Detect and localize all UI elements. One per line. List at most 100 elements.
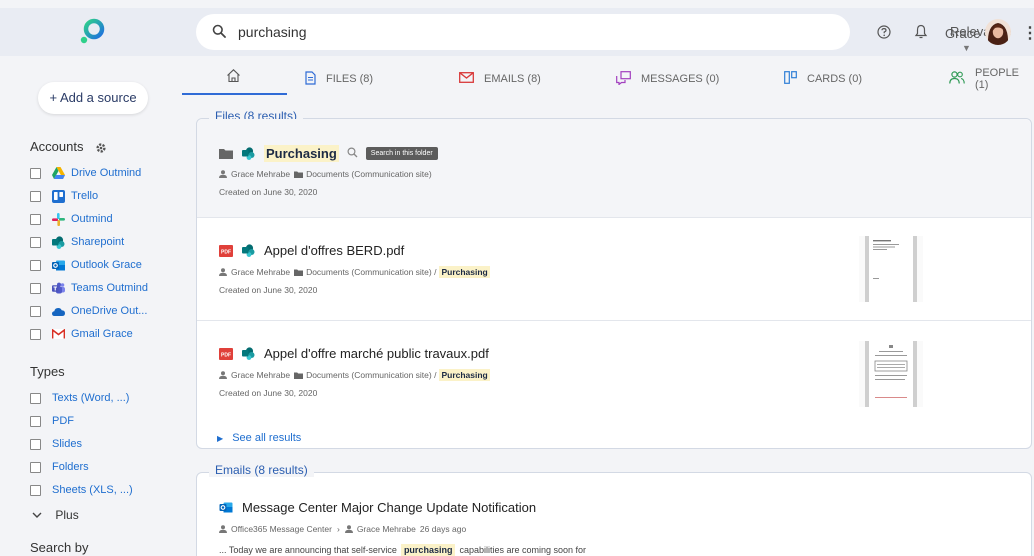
tab-label: PEOPLE (1)	[975, 67, 1020, 91]
search-by-title: Search by	[30, 540, 89, 555]
search-in-folder-icon[interactable]	[347, 146, 358, 161]
help-icon[interactable]	[877, 25, 891, 42]
account-label: Outmind	[71, 213, 113, 225]
result-item[interactable]: Purchasing Search in this folder Grace M…	[197, 119, 1031, 217]
checkbox[interactable]	[30, 461, 41, 473]
account-teams-outmind[interactable]: Teams Outmind	[30, 279, 148, 297]
checkbox[interactable]	[30, 167, 41, 179]
result-title[interactable]: Appel d'offres BERD.pdf	[264, 243, 404, 258]
checkbox[interactable]	[30, 213, 41, 225]
email-recipient: Grace Mehrabe	[356, 524, 416, 534]
account-trello[interactable]: Trello	[30, 187, 98, 205]
show-more-button[interactable]: Plus	[32, 508, 79, 522]
type-texts[interactable]: Texts (Word, ...)	[30, 389, 129, 407]
tab-home[interactable]	[226, 68, 251, 86]
gear-icon[interactable]	[95, 142, 107, 157]
user-icon	[219, 268, 227, 276]
result-location[interactable]: Documents (Communication site) /	[306, 267, 436, 277]
result-author: Grace Mehrabe	[231, 267, 291, 277]
account-onedrive[interactable]: OneDrive Out...	[30, 302, 147, 320]
checkbox[interactable]	[30, 438, 41, 450]
account-label: Outlook Grace	[71, 259, 142, 271]
tab-files[interactable]: FILES (8)	[305, 70, 373, 88]
email-snippet: ... Today we are announcing that self-se…	[219, 544, 586, 556]
checkbox[interactable]	[30, 305, 41, 317]
location-highlight[interactable]: Purchasing	[439, 266, 490, 278]
slack-icon	[52, 212, 65, 226]
result-author: Grace Mehrabe	[231, 370, 291, 380]
people-icon	[949, 71, 975, 87]
snippet-highlight: purchasing	[400, 544, 456, 556]
user-icon	[219, 371, 227, 379]
account-outlook-grace[interactable]: Outlook Grace	[30, 256, 142, 274]
type-label: Folders	[52, 461, 89, 473]
checkbox[interactable]	[30, 190, 41, 202]
result-location[interactable]: Documents (Communication site) /	[306, 370, 436, 380]
svg-text:PDF: PDF	[221, 352, 231, 358]
document-thumbnail[interactable]	[859, 341, 923, 407]
tab-messages[interactable]: MESSAGES (0)	[616, 70, 719, 88]
checkbox[interactable]	[30, 328, 41, 340]
svg-text:PDF: PDF	[221, 249, 231, 255]
checkbox[interactable]	[30, 259, 41, 271]
user-icon	[344, 525, 353, 533]
see-all-results-link[interactable]: ▶ See all results	[217, 432, 301, 444]
result-created: Created on June 30, 2020	[219, 187, 318, 197]
chevron-right-icon: ›	[336, 524, 340, 534]
type-slides[interactable]: Slides	[30, 435, 82, 453]
search-input[interactable]	[238, 22, 758, 42]
email-title-row[interactable]: Message Center Major Change Update Notif…	[219, 500, 536, 515]
caret-down-icon: ▼	[962, 42, 971, 53]
location-highlight[interactable]: Purchasing	[439, 369, 490, 381]
account-outmind[interactable]: Outmind	[30, 210, 113, 228]
account-sharepoint[interactable]: Sharepoint	[30, 233, 124, 251]
accounts-title: Accounts	[30, 139, 84, 154]
home-icon	[226, 68, 251, 86]
outmind-logo[interactable]	[78, 18, 106, 46]
type-pdf[interactable]: PDF	[30, 412, 74, 430]
file-icon	[305, 70, 326, 88]
type-folders[interactable]: Folders	[30, 458, 89, 476]
bell-icon[interactable]	[914, 24, 928, 42]
folder-icon	[294, 171, 304, 178]
messages-icon	[616, 70, 641, 88]
avatar[interactable]	[985, 19, 1011, 45]
account-gmail-grace[interactable]: Gmail Grace	[30, 325, 133, 343]
folder-icon	[219, 148, 233, 159]
tab-people[interactable]: PEOPLE (1)	[949, 67, 1034, 91]
kebab-menu-icon[interactable]: ⋮	[1022, 23, 1034, 43]
email-meta: Office365 Message Center › Grace Mehrabe…	[219, 524, 466, 534]
show-more-label: Plus	[55, 508, 79, 522]
result-item[interactable]: PDF Appel d'offres BERD.pdf Grace Mehrab…	[197, 217, 1031, 320]
result-title[interactable]: Purchasing	[264, 145, 339, 162]
tab-label: MESSAGES (0)	[641, 73, 720, 85]
email-age: 26 days ago	[419, 524, 467, 534]
email-subject[interactable]: Message Center Major Change Update Notif…	[242, 500, 536, 515]
add-source-button[interactable]: + Add a source	[38, 82, 148, 114]
result-title[interactable]: Appel d'offre marché public travaux.pdf	[264, 346, 489, 361]
emails-results-group: Emails (8 results) Message Center Major …	[196, 463, 1032, 556]
account-drive-outmind[interactable]: Drive Outmind	[30, 164, 141, 182]
search-icon[interactable]	[212, 24, 226, 41]
result-created: Created on June 30, 2020	[219, 388, 318, 398]
result-item[interactable]: PDF Appel d'offre marché public travaux.…	[197, 320, 1031, 424]
gmail-icon	[52, 328, 65, 341]
result-location[interactable]: Documents (Communication site)	[306, 169, 432, 179]
tab-cards[interactable]: CARDS (0)	[784, 70, 862, 88]
type-sheets[interactable]: Sheets (XLS, ...)	[30, 481, 133, 499]
checkbox[interactable]	[30, 415, 41, 427]
checkbox[interactable]	[30, 392, 41, 404]
checkbox[interactable]	[30, 484, 41, 496]
types-title: Types	[30, 364, 65, 379]
user-name[interactable]: Grace	[945, 26, 980, 41]
type-label: Slides	[52, 438, 82, 450]
top-bar: Relevance ▼ Grace ⋮	[0, 8, 1034, 56]
checkbox[interactable]	[30, 282, 41, 294]
result-title-row: PDF Appel d'offre marché public travaux.…	[219, 346, 489, 361]
checkbox[interactable]	[30, 236, 41, 248]
document-thumbnail[interactable]	[859, 236, 923, 302]
tab-emails[interactable]: EMAILS (8)	[459, 70, 541, 88]
active-tab-indicator	[182, 93, 287, 95]
outlook-icon	[219, 501, 233, 514]
account-label: Gmail Grace	[71, 328, 133, 340]
